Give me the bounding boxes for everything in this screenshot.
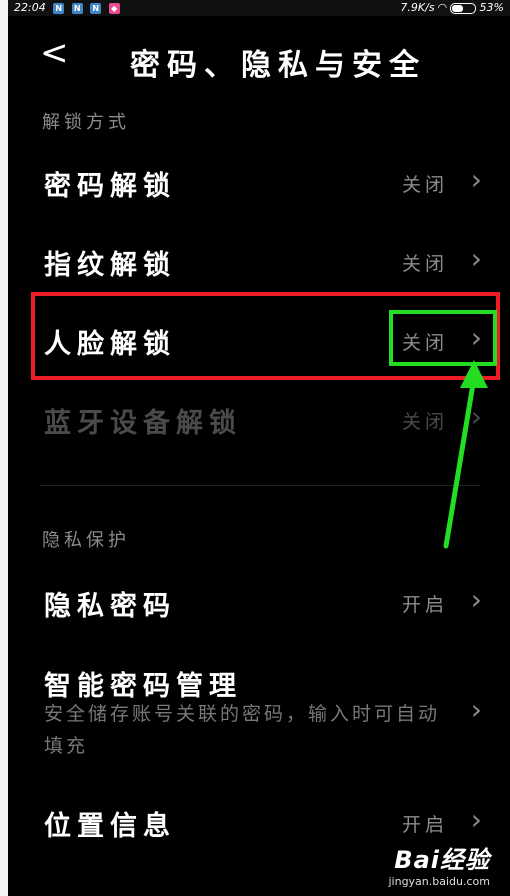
- watermark: Bai经验 jingyan.baidu.com: [388, 840, 490, 888]
- annotation-arrow: [443, 360, 488, 549]
- watermark-brand: Bai经验: [394, 846, 490, 874]
- watermark-site: jingyan.baidu.com: [388, 875, 490, 888]
- arrow-shaft: [443, 375, 477, 549]
- arrow-head: [460, 360, 488, 388]
